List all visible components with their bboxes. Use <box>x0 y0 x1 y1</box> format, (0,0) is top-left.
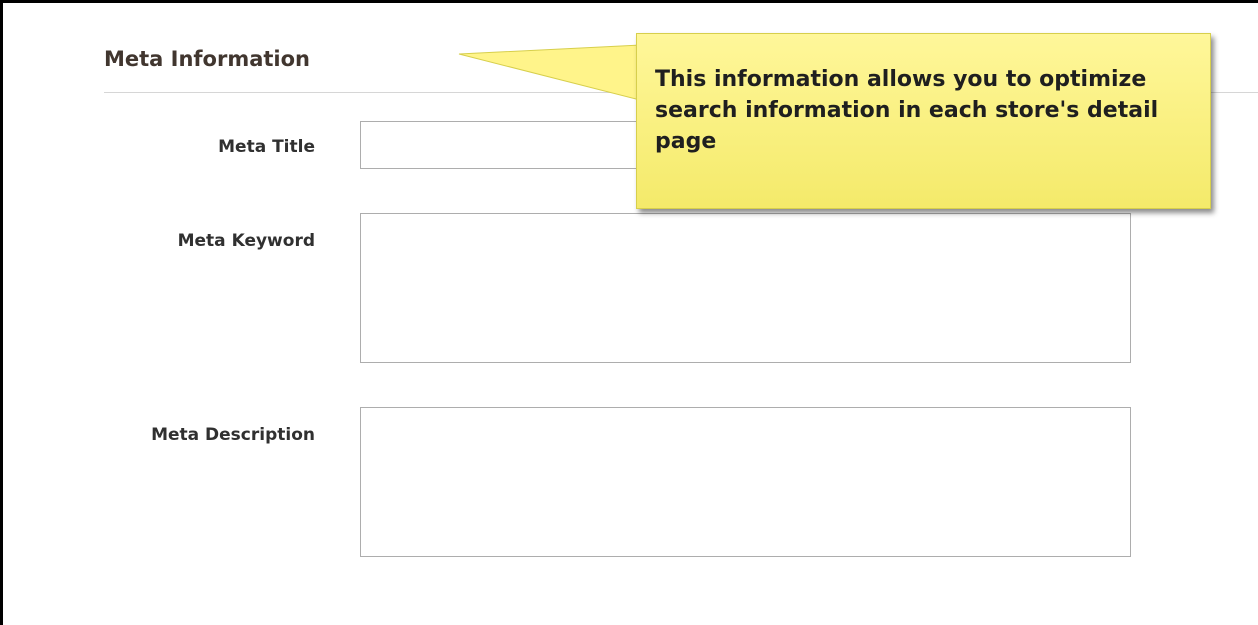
meta-title-label: Meta Title <box>218 137 315 157</box>
callout-tooltip: This information allows you to optimize … <box>636 33 1211 209</box>
meta-description-label: Meta Description <box>151 425 315 445</box>
callout-text: This information allows you to optimize … <box>655 67 1159 154</box>
meta-description-textarea[interactable] <box>360 407 1131 557</box>
meta-keyword-textarea[interactable] <box>360 213 1131 363</box>
section-title: Meta Information <box>104 47 311 71</box>
meta-keyword-label: Meta Keyword <box>177 231 315 251</box>
